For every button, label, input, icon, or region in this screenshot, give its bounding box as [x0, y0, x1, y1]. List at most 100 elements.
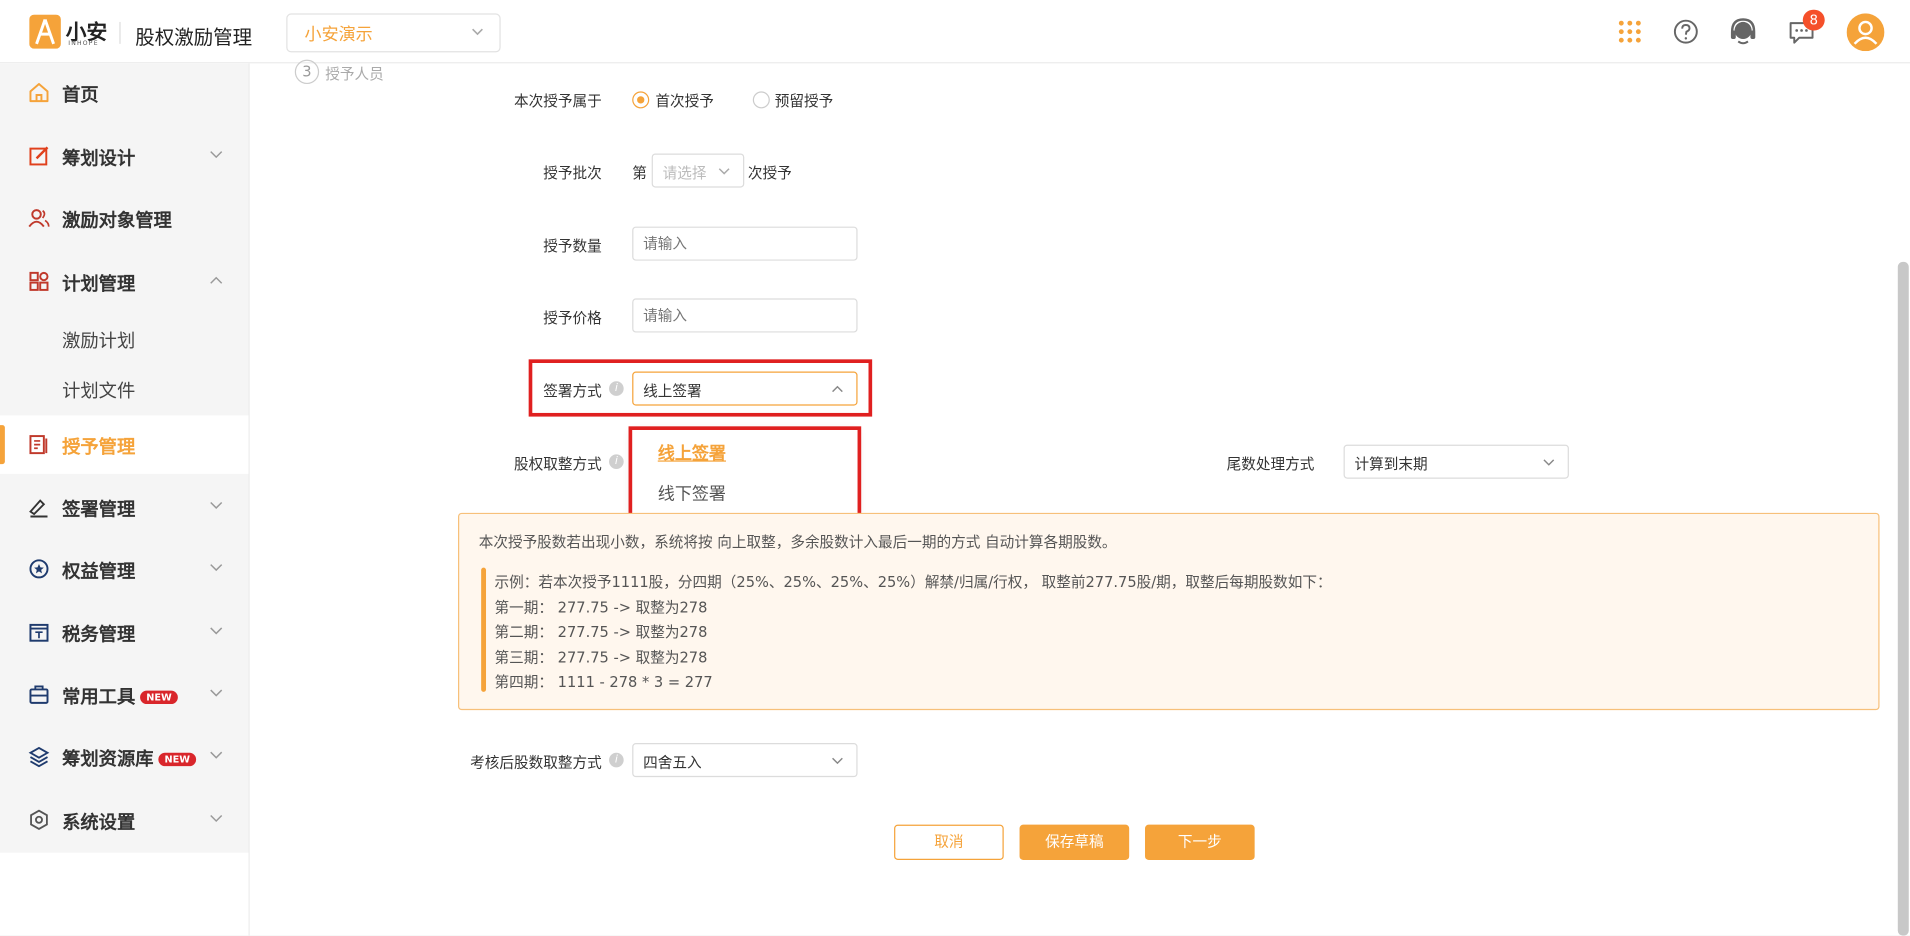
chevron-down-icon: [1543, 459, 1555, 466]
sidebar-item-planning-design[interactable]: 筹划设计: [0, 127, 248, 185]
sidebar-item-label: 常用工具 NEW: [62, 683, 178, 709]
sign-icon: [29, 499, 48, 518]
app-title: 股权激励管理: [135, 25, 253, 49]
step-label: 授予人员: [325, 65, 384, 83]
divider: [119, 21, 121, 44]
remainder-method-label: 尾数处理方式: [1226, 455, 1315, 473]
remainder-method-value: 计算到末期: [1354, 455, 1428, 473]
support-headset-icon[interactable]: [1727, 16, 1759, 48]
book-icon: [29, 435, 48, 455]
chevron-down-icon: [210, 627, 223, 635]
sidebar-item-grant-management[interactable]: 授予管理: [0, 415, 249, 474]
edit-icon: [29, 146, 49, 166]
post-review-rounding-value: 四舍五入: [643, 754, 702, 772]
sidebar-item-label: 激励计划: [62, 330, 136, 353]
notification-badge: 8: [1802, 9, 1825, 31]
sidebar-item-incentive-targets[interactable]: 激励对象管理: [0, 189, 248, 247]
info-icon[interactable]: i: [609, 454, 624, 469]
sidebar-item-label: 税务管理: [62, 623, 136, 646]
chevron-down-icon: [210, 501, 223, 509]
batch-select-placeholder: 请选择: [662, 164, 707, 182]
grid-icon: [29, 271, 49, 291]
chevron-down-icon: [472, 28, 483, 36]
notice-example-line: 第一期： 277.75 -> 取整为278: [494, 599, 708, 617]
sidebar-item-label: 签署管理: [62, 498, 136, 521]
help-icon[interactable]: [1670, 16, 1702, 48]
apps-grid-icon[interactable]: [1614, 16, 1646, 48]
quantity-label: 授予数量: [543, 237, 602, 255]
sidebar: 首页 筹划设计 激励对象管理 计划管理 激励计划 计划文件 授予管理 签署管理 …: [0, 63, 250, 936]
sidebar-item-label: 系统设置: [62, 811, 136, 834]
app-frame: 小安 INHOPE 股权激励管理 小安演示 8 首页 筹划设计 激励对象管理 计…: [0, 0, 1910, 936]
logo-icon: [29, 14, 61, 49]
active-indicator: [0, 425, 5, 465]
quote-bar: [481, 567, 487, 692]
notice-example-line: 第三期： 277.75 -> 取整为278: [494, 649, 708, 667]
batch-prefix: 第: [632, 164, 647, 182]
chevron-down-icon: [210, 564, 223, 572]
toolbox-icon: [29, 685, 49, 704]
chevron-down-icon: [718, 168, 730, 175]
sidebar-item-system-settings[interactable]: 系统设置: [0, 791, 248, 849]
batch-select[interactable]: 请选择: [651, 153, 745, 188]
top-header: 小安 INHOPE 股权激励管理 小安演示 8: [0, 0, 1910, 64]
sidebar-item-label: 首页: [62, 84, 99, 106]
notice-example-line: 第二期： 277.75 -> 取整为278: [494, 623, 708, 641]
company-select-value: 小安演示: [304, 25, 373, 46]
sidebar-item-label: 筹划资源库 NEW: [62, 745, 197, 771]
sidebar-item-label: 激励对象管理: [62, 209, 172, 232]
badge-icon: [29, 559, 49, 579]
post-review-rounding-label: 考核后股数取整方式: [470, 754, 602, 772]
logo-subtext: INHOPE: [68, 40, 99, 48]
notice-example-line: 第四期： 1111 - 278 * 3 = 277: [494, 673, 713, 691]
sidebar-item-tax-management[interactable]: 税务管理: [0, 603, 248, 661]
batch-label: 授予批次: [543, 164, 602, 182]
sidebar-item-label: 授予管理: [62, 436, 136, 459]
sidebar-item-plan-management[interactable]: 计划管理: [0, 252, 248, 310]
notice-example-line: 示例：若本次授予1111股，分四期（25%、25%、25%、25%）解禁/归属/…: [494, 573, 1332, 591]
highlight-box-dropdown: [628, 426, 862, 521]
notice-main-text: 本次授予股数若出现小数，系统将按 向上取整，多余股数计入最后一期的方式 自动计算…: [478, 533, 1117, 551]
home-icon: [29, 83, 49, 103]
save-draft-button[interactable]: 保存草稿: [1019, 824, 1130, 860]
radio-first-grant-label: 首次授予: [655, 92, 714, 110]
sidebar-item-signing-management[interactable]: 签署管理: [0, 477, 248, 535]
post-review-rounding-select[interactable]: 四舍五入: [632, 743, 858, 778]
user-avatar-icon[interactable]: [1846, 13, 1885, 52]
price-label: 授予价格: [543, 309, 602, 327]
settings-icon: [30, 809, 48, 830]
grant-type-label: 本次授予属于: [514, 92, 602, 110]
highlight-box-sign-method: [528, 359, 873, 417]
remainder-method-select[interactable]: 计算到末期: [1343, 444, 1569, 479]
tax-icon: [29, 623, 49, 642]
sidebar-item-label: 筹划设计: [62, 147, 136, 170]
cancel-button[interactable]: 取消: [894, 824, 1004, 860]
rounding-method-label: 股权取整方式: [514, 455, 602, 473]
sidebar-item-home[interactable]: 首页: [0, 63, 248, 121]
sidebar-item-resource-library[interactable]: 筹划资源库 NEW: [0, 727, 248, 785]
new-tag: NEW: [140, 690, 178, 705]
batch-suffix: 次授予: [747, 164, 792, 182]
chevron-down-icon: [832, 757, 843, 765]
chevron-down-icon: [210, 151, 223, 159]
quantity-input[interactable]: [632, 226, 858, 261]
chevron-down-icon: [210, 815, 223, 823]
price-input[interactable]: [632, 298, 858, 333]
sidebar-item-label: 计划文件: [62, 380, 136, 402]
radio-first-grant[interactable]: [632, 91, 650, 109]
company-select[interactable]: 小安演示: [286, 13, 501, 53]
chevron-up-icon: [210, 276, 223, 284]
sidebar-subitem-plan-files[interactable]: 计划文件: [0, 359, 248, 417]
next-step-button[interactable]: 下一步: [1145, 824, 1255, 860]
radio-reserved-grant-label: 预留授予: [774, 92, 834, 110]
step-number: 3: [294, 59, 320, 85]
sidebar-item-equity-management[interactable]: 权益管理: [0, 540, 248, 598]
sidebar-item-common-tools[interactable]: 常用工具 NEW: [0, 665, 248, 723]
sidebar-item-label: 计划管理: [62, 272, 136, 295]
info-icon[interactable]: i: [609, 752, 624, 768]
new-tag: NEW: [158, 752, 197, 767]
scrollbar[interactable]: [1897, 261, 1909, 936]
radio-reserved-grant[interactable]: [752, 91, 770, 109]
sidebar-item-label: 权益管理: [62, 560, 136, 583]
chevron-down-icon: [210, 689, 223, 697]
